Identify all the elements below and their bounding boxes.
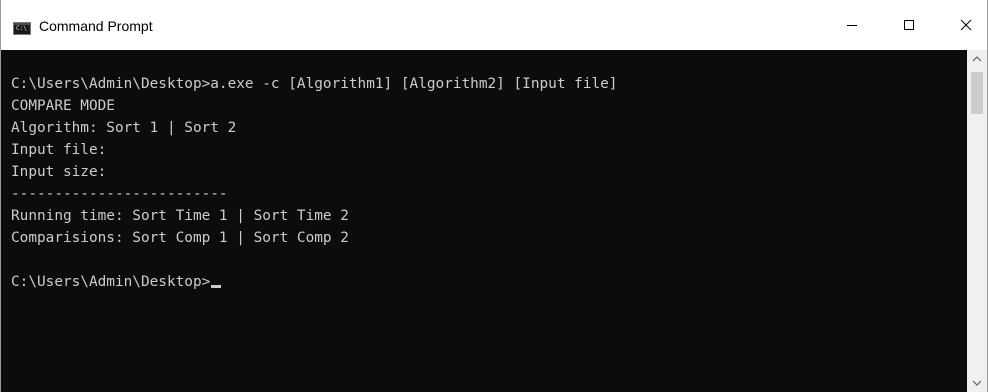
vertical-scrollbar[interactable] — [967, 50, 987, 392]
scroll-up-button[interactable] — [967, 50, 987, 68]
console-line-comparisons: Comparisions: Sort Comp 1 | Sort Comp 2 — [11, 230, 349, 246]
console-line-prompt: C:\Users\Admin\Desktop> — [11, 273, 222, 291]
scroll-thumb[interactable] — [971, 72, 983, 114]
console-line-separator: ------------------------- — [11, 186, 228, 202]
minimize-icon — [847, 25, 857, 26]
command-prompt-window: C:\ Command Prompt C:\Users\Admin\Deskto… — [0, 0, 988, 392]
minimize-button[interactable] — [829, 0, 875, 50]
console-icon[interactable]: C:\ — [13, 22, 31, 35]
close-button[interactable] — [943, 0, 988, 50]
chevron-up-icon — [972, 56, 982, 62]
maximize-button[interactable] — [886, 0, 932, 50]
console-icon-text: C:\ — [16, 25, 27, 32]
scroll-down-button[interactable] — [967, 374, 987, 392]
title-bar[interactable]: C:\ Command Prompt — [1, 0, 987, 50]
chevron-down-icon — [972, 380, 982, 386]
console-output[interactable]: C:\Users\Admin\Desktop>a.exe -c [Algorit… — [2, 50, 967, 392]
close-icon — [960, 19, 972, 31]
console-line-command: C:\Users\Admin\Desktop>a.exe -c [Algorit… — [11, 76, 618, 92]
console-line-input-size: Input size: — [11, 164, 107, 180]
console-line-mode: COMPARE MODE — [11, 98, 115, 114]
maximize-icon — [904, 20, 914, 30]
console-line-running-time: Running time: Sort Time 1 | Sort Time 2 — [11, 208, 349, 224]
text-cursor — [211, 285, 222, 288]
prompt-text: C:\Users\Admin\Desktop> — [11, 274, 211, 290]
console-line-input-file: Input file: — [11, 142, 107, 158]
console-line-algorithm: Algorithm: Sort 1 | Sort 2 — [11, 120, 237, 136]
window-title: Command Prompt — [39, 18, 153, 34]
